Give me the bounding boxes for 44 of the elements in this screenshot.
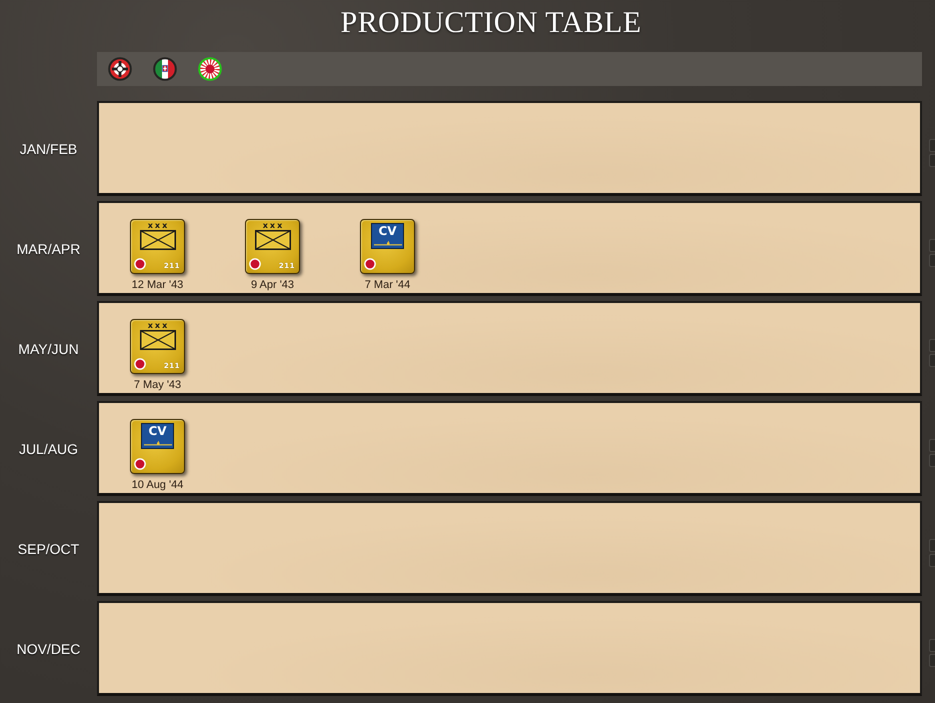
crossed-box-icon [140,330,176,350]
unit-type-text: CV [148,425,167,438]
date-label: 12 Mar '43 [132,279,184,291]
unit-size-text: xxx [146,322,170,330]
status-dot-icon [134,358,146,370]
side-handle[interactable] [929,639,935,652]
period-label: JAN/FEB [20,140,78,156]
side-handle[interactable] [929,339,935,352]
page-title: PRODUCTION TABLE [340,8,642,38]
side-handle[interactable] [929,254,935,267]
side-handle[interactable] [929,439,935,452]
date-label: 9 Apr '43 [250,279,294,291]
status-dot-icon [249,258,261,270]
status-dot-icon [364,258,376,270]
ship-icon [142,440,172,446]
period-label: NOV/DEC [16,640,80,656]
date-label: 10 Aug '44 [132,479,184,491]
side-handle[interactable] [929,354,935,367]
status-dot-icon [134,258,146,270]
side-handle[interactable] [929,139,935,152]
side-handle[interactable] [929,239,935,252]
period-label: MAR/APR [16,240,80,256]
crossed-box-icon [140,230,176,250]
side-handle[interactable] [929,154,935,167]
side-handle[interactable] [929,654,935,667]
period-label: MAY/JUN [18,340,79,356]
sunburst-flag-icon[interactable] [198,57,222,81]
tricolor-flag-icon[interactable] [153,57,177,81]
side-handle[interactable] [929,454,935,467]
unit-type-text: CV [378,225,397,238]
side-handle[interactable] [929,554,935,567]
unit-size-text: xxx [146,222,170,230]
status-dot-icon [134,458,146,470]
cross-flag-icon[interactable] [108,57,132,81]
unit-size-text: xxx [262,222,284,230]
date-label: 7 Mar '44 [364,279,410,291]
unit-counter[interactable]: CV [360,219,415,274]
crossed-box-icon [254,230,290,250]
date-label: 7 May '43 [134,379,182,391]
ship-icon [372,240,402,246]
unit-counter[interactable]: CV [130,419,185,474]
side-handle[interactable] [929,539,935,552]
period-label: JUL/AUG [18,440,78,456]
period-label: SEP/OCT [18,540,80,556]
